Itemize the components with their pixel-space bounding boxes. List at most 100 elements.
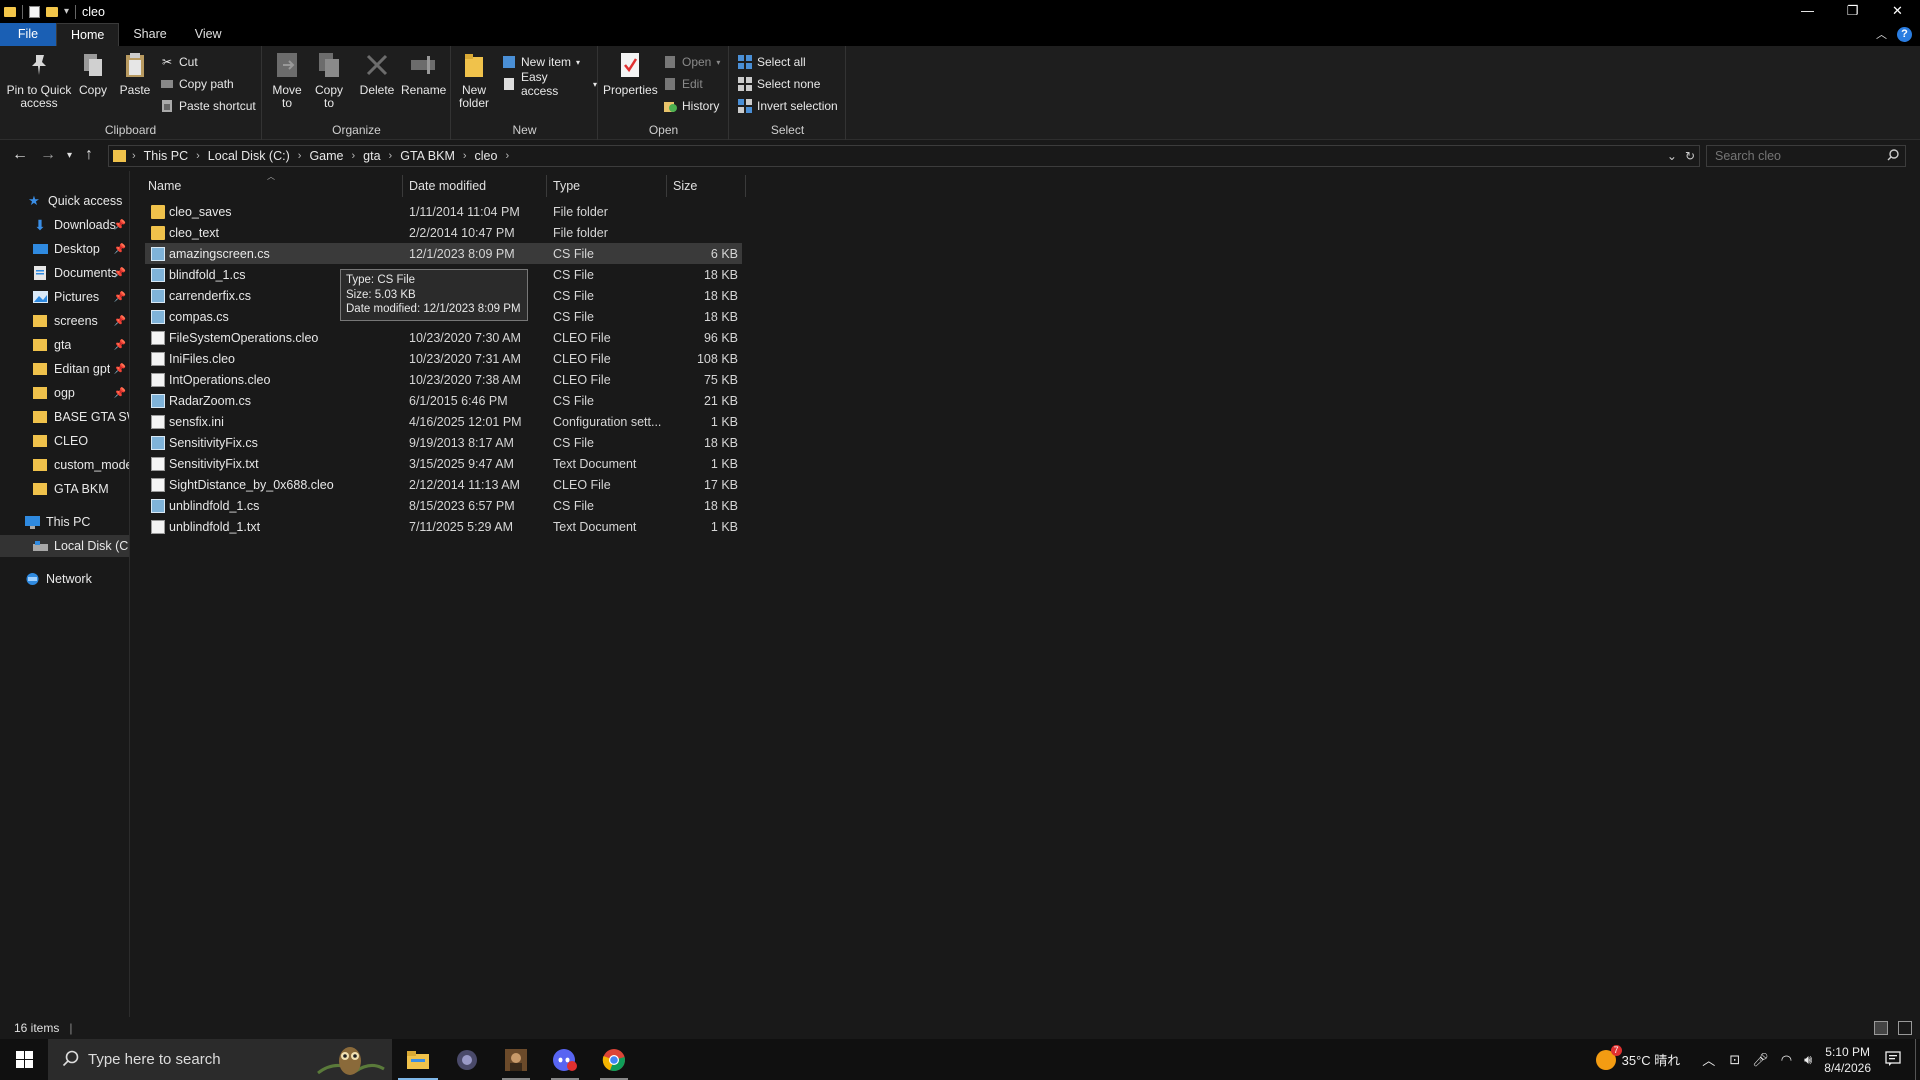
move-to-button[interactable]: Move to <box>269 50 305 110</box>
taskbar-app-3[interactable] <box>492 1039 540 1080</box>
customize-chevron-icon[interactable]: ▾ <box>64 6 69 17</box>
collapse-ribbon-icon[interactable]: ︿ <box>1876 26 1887 42</box>
edit-button[interactable]: Edit <box>663 74 703 94</box>
cut-button[interactable]: ✂ Cut <box>160 52 198 72</box>
copy-path-button[interactable]: Copy path <box>160 74 234 94</box>
large-icons-view-icon[interactable] <box>1898 1021 1912 1035</box>
column-divider[interactable] <box>666 175 667 197</box>
properties-button[interactable]: Properties <box>603 50 658 97</box>
table-row[interactable]: sensfix.ini 4/16/2025 12:01 PM Configurati… <box>145 411 742 432</box>
nav-item-gta-bkm[interactable]: GTA BKM <box>0 478 129 500</box>
nav-local-disk[interactable]: Local Disk (C:) <box>0 535 129 557</box>
invert-selection-button[interactable]: Invert selection <box>738 96 838 116</box>
refresh-icon[interactable]: ↻ <box>1685 149 1695 163</box>
minimize-button[interactable]: — <box>1785 0 1830 23</box>
table-row[interactable]: SensitivityFix.txt 3/15/2025 9:47 AM Text … <box>145 453 742 474</box>
taskbar-chrome[interactable] <box>590 1039 638 1080</box>
meet-now-icon[interactable]: ⊡ <box>1729 1052 1740 1068</box>
back-arrow-icon[interactable]: ← <box>12 146 28 164</box>
copy-button[interactable]: Copy <box>76 50 110 97</box>
breadcrumb-chevron-icon[interactable]: › <box>132 150 136 162</box>
new-folder-button[interactable]: New folder <box>454 50 494 110</box>
clock[interactable]: 5:10 PM 8/4/2026 <box>1824 1044 1871 1076</box>
open-button[interactable]: Open ▾ <box>663 52 720 72</box>
search-input[interactable] <box>1715 149 1875 163</box>
pin-quick-access-button[interactable]: Pin to Quick access <box>4 50 74 110</box>
history-button[interactable]: History <box>663 96 719 116</box>
table-row[interactable]: amazingscreen.cs 12/1/2023 8:09 PM CS File… <box>145 243 742 264</box>
column-divider[interactable] <box>402 175 403 197</box>
nav-quick-access[interactable]: ★ Quick access <box>0 190 129 212</box>
select-none-button[interactable]: Select none <box>738 74 820 94</box>
breadcrumb-this-pc[interactable]: This PC › <box>144 149 208 163</box>
column-divider[interactable] <box>745 175 746 197</box>
table-row[interactable]: unblindfold_1.cs 8/15/2023 6:57 PM CS File… <box>145 495 742 516</box>
taskbar-app-2[interactable] <box>443 1039 491 1080</box>
up-arrow-icon[interactable]: ↑ <box>85 146 93 164</box>
nav-item-desktop[interactable]: Desktop 📌 <box>0 238 129 260</box>
column-size[interactable]: Size <box>673 179 697 193</box>
start-button[interactable] <box>0 1039 48 1080</box>
nav-item-base-gta-swa[interactable]: BASE GTA SWA <box>0 406 129 428</box>
table-row[interactable]: SightDistance_by_0x688.cleo 2/12/2014 11:… <box>145 474 742 495</box>
taskbar-search-box[interactable]: Type here to search <box>48 1039 392 1080</box>
new-folder-icon[interactable] <box>46 6 58 17</box>
table-row[interactable]: RadarZoom.cs 6/1/2015 6:46 PM CS File 21 KB <box>145 390 742 411</box>
nav-item-documents[interactable]: Documents 📌 <box>0 262 129 284</box>
nav-item-pictures[interactable]: Pictures 📌 <box>0 286 129 308</box>
nav-item-downloads[interactable]: ⬇ Downloads 📌 <box>0 214 129 236</box>
tab-share[interactable]: Share <box>119 23 180 46</box>
properties-icon[interactable] <box>29 5 40 18</box>
taskbar-discord[interactable] <box>541 1039 589 1080</box>
table-row[interactable]: IntOperations.cleo 10/23/2020 7:38 AM CLEO… <box>145 369 742 390</box>
help-icon[interactable]: ? <box>1897 26 1912 42</box>
breadcrumb-local-disk[interactable]: Local Disk (C:) › <box>208 149 310 163</box>
copy-to-button[interactable]: Copy to <box>311 50 347 110</box>
nav-item-gta[interactable]: gta 📌 <box>0 334 129 356</box>
delete-button[interactable]: Delete <box>359 50 395 97</box>
new-item-button[interactable]: New item ▾ <box>502 52 580 72</box>
column-name[interactable]: Name <box>148 179 181 193</box>
paste-button[interactable]: Paste <box>117 50 153 97</box>
select-all-button[interactable]: Select all <box>738 52 806 72</box>
close-button[interactable]: ✕ <box>1875 0 1920 23</box>
breadcrumb-cleo[interactable]: cleo › <box>475 149 518 163</box>
address-dropdown-chevron-icon[interactable]: ⌄ <box>1667 149 1677 163</box>
tab-home[interactable]: Home <box>56 23 120 46</box>
easy-access-button[interactable]: Easy access ▾ <box>502 70 597 98</box>
table-row[interactable]: cleo_saves 1/11/2014 11:04 PM File folder <box>145 201 742 222</box>
paste-shortcut-button[interactable]: Paste shortcut <box>160 96 256 116</box>
forward-arrow-icon[interactable]: → <box>40 146 56 164</box>
volume-icon[interactable]: 🔊︎ <box>1804 1052 1812 1068</box>
nav-item-editan-gpt[interactable]: Editan gpt 📌 <box>0 358 129 380</box>
show-hidden-icons-chevron-icon[interactable]: ︿ <box>1702 1050 1715 1069</box>
breadcrumb-game[interactable]: Game › <box>309 149 363 163</box>
nav-item-ogp[interactable]: ogp 📌 <box>0 382 129 404</box>
nav-item-custom-models[interactable]: custom_models <box>0 454 129 476</box>
breadcrumb-gta-bkm[interactable]: GTA BKM › <box>400 149 474 163</box>
table-row[interactable]: SensitivityFix.cs 9/19/2013 8:17 AM CS Fil… <box>145 432 742 453</box>
nav-item-screens[interactable]: screens 📌 <box>0 310 129 332</box>
notifications-icon[interactable] <box>1885 1050 1901 1069</box>
column-divider[interactable] <box>546 175 547 197</box>
taskbar-file-explorer[interactable] <box>394 1039 442 1080</box>
details-view-icon[interactable] <box>1874 1021 1888 1035</box>
table-row[interactable]: FileSystemOperations.cleo 10/23/2020 7:30… <box>145 327 742 348</box>
tab-view[interactable]: View <box>181 23 236 46</box>
search-box[interactable] <box>1706 145 1906 167</box>
microphone-icon[interactable]: 🎤︎ <box>1752 1052 1769 1068</box>
nav-network[interactable]: Network <box>0 568 129 590</box>
show-desktop-button[interactable] <box>1915 1039 1920 1080</box>
table-row[interactable]: cleo_text 2/2/2014 10:47 PM File folder <box>145 222 742 243</box>
recent-locations-chevron-icon[interactable]: ▾ <box>67 150 72 161</box>
nav-this-pc[interactable]: This PC <box>0 511 129 533</box>
weather-widget[interactable]: 7 35°C 晴れ <box>1595 1044 1680 1070</box>
table-row[interactable]: unblindfold_1.txt 7/11/2025 5:29 AM Text D… <box>145 516 742 537</box>
column-date-modified[interactable]: Date modified <box>409 179 486 193</box>
maximize-button[interactable]: ❐ <box>1830 0 1875 23</box>
column-type[interactable]: Type <box>553 179 580 193</box>
tab-file[interactable]: File <box>0 23 56 46</box>
table-row[interactable]: IniFiles.cleo 10/23/2020 7:31 AM CLEO File… <box>145 348 742 369</box>
breadcrumb-gta[interactable]: gta › <box>363 149 400 163</box>
nav-item-cleo[interactable]: CLEO <box>0 430 129 452</box>
